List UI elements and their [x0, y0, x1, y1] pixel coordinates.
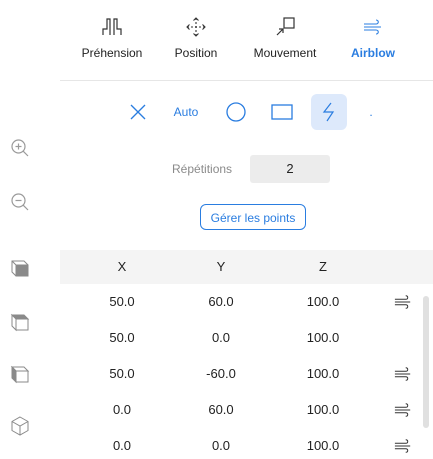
- cell-z: 100.0: [306, 438, 340, 453]
- table-row[interactable]: 50.0 -60.0 100.0: [60, 356, 420, 392]
- gripper-icon: [102, 18, 122, 35]
- repetitions-label: Répétitions: [172, 162, 233, 176]
- airblow-icon: [394, 439, 411, 453]
- movement-icon: [276, 17, 295, 36]
- table-row[interactable]: 0.0 0.0 100.0: [60, 428, 420, 459]
- cube-front-icon: [11, 260, 29, 277]
- move-arrows-icon: [186, 17, 206, 37]
- cell-z: 100.0: [306, 330, 340, 345]
- cell-y: 60.0: [208, 402, 234, 417]
- mode-circle-button[interactable]: [222, 94, 250, 130]
- airblow-panel: Préhension Position Mouvement Airblow Au…: [60, 0, 433, 459]
- tab-position[interactable]: Position: [156, 16, 236, 60]
- zoom-out-icon: [11, 193, 29, 211]
- cube-side-icon: [10, 365, 30, 384]
- manage-points-button[interactable]: Gérer les points: [200, 204, 306, 230]
- tab-mouvement[interactable]: Mouvement: [245, 16, 325, 60]
- mode-auto-button[interactable]: Auto: [168, 94, 204, 130]
- table-row[interactable]: 0.0 60.0 100.0: [60, 392, 420, 428]
- lightning-icon: [322, 102, 335, 122]
- tab-position-label: Position: [174, 46, 218, 60]
- repetitions-input[interactable]: 2: [250, 155, 330, 183]
- cell-z: 100.0: [306, 366, 340, 381]
- cell-x: 50.0: [109, 366, 135, 381]
- tab-prehension[interactable]: Préhension: [72, 16, 152, 60]
- airblow-icon: [394, 295, 411, 309]
- table-row[interactable]: 50.0 60.0 100.0: [60, 284, 420, 320]
- table-scrollbar[interactable]: [423, 296, 429, 428]
- cell-z: 100.0: [306, 402, 340, 417]
- points-table-header: X Y Z: [60, 250, 433, 284]
- tab-prehension-label: Préhension: [81, 46, 143, 60]
- airblow-icon: [394, 367, 411, 381]
- view-top-button[interactable]: [8, 310, 32, 334]
- cell-y: 0.0: [211, 438, 231, 453]
- cell-y: -60.0: [206, 366, 236, 381]
- tab-divider: [60, 80, 433, 81]
- cell-x: 0.0: [112, 402, 132, 417]
- cell-y: 60.0: [208, 294, 234, 309]
- view-sidebar: [0, 0, 60, 459]
- close-icon: [130, 104, 146, 120]
- airblow-icon: [364, 19, 381, 35]
- tab-mouvement-label: Mouvement: [253, 46, 317, 60]
- view-iso-button[interactable]: [8, 414, 32, 438]
- cell-y: 0.0: [211, 330, 231, 345]
- mode-rectangle-button[interactable]: [266, 94, 298, 130]
- column-header-x: X: [117, 259, 127, 274]
- rectangle-icon: [271, 104, 293, 120]
- cell-z: 100.0: [306, 294, 340, 309]
- cell-x: 50.0: [109, 330, 135, 345]
- mode-none-button[interactable]: [124, 94, 152, 130]
- tab-airblow[interactable]: Airblow: [333, 16, 413, 60]
- cube-iso-icon: [11, 416, 29, 436]
- view-side-button[interactable]: [8, 362, 32, 386]
- zoom-out-button[interactable]: [8, 190, 32, 214]
- points-table-body: 50.0 60.0 100.0 50.0 0.0 100.0 50.0 -60.…: [60, 284, 433, 459]
- cell-x: 50.0: [109, 294, 135, 309]
- tab-bar: Préhension Position Mouvement Airblow: [60, 0, 433, 80]
- table-row[interactable]: 50.0 0.0 100.0: [60, 320, 420, 356]
- view-front-button[interactable]: [8, 256, 32, 280]
- column-header-z: Z: [319, 259, 327, 274]
- airblow-icon: [394, 403, 411, 417]
- tab-airblow-label: Airblow: [351, 46, 395, 60]
- mode-lightning-button[interactable]: [311, 94, 347, 130]
- cube-top-icon: [10, 313, 30, 332]
- mode-dot-button[interactable]: .: [364, 94, 378, 130]
- column-header-y: Y: [216, 259, 226, 274]
- zoom-in-button[interactable]: [8, 136, 32, 160]
- mode-selector: Auto .: [60, 94, 433, 130]
- cell-x: 0.0: [112, 438, 132, 453]
- circle-icon: [226, 102, 246, 122]
- zoom-in-icon: [11, 139, 29, 157]
